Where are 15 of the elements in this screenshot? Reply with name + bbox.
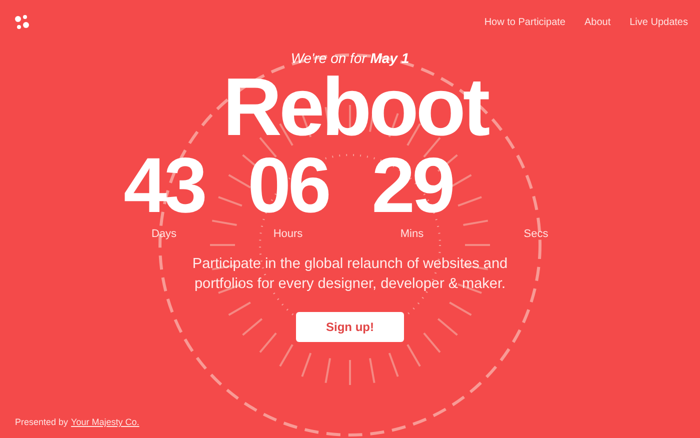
countdown-number: 06 — [248, 144, 328, 226]
tagline: We're on for May 1 — [290, 50, 410, 66]
countdown-label: Mins — [400, 228, 424, 240]
countdown-label: Days — [151, 228, 177, 240]
nav-link[interactable]: About — [584, 16, 611, 28]
countdown-label: Hours — [273, 228, 303, 240]
sign-up-button[interactable]: Sign up! — [296, 312, 404, 342]
countdown-label: Secs — [524, 228, 548, 240]
footer-link[interactable]: Your Majesty Co. — [71, 417, 140, 427]
countdown-number: 29 — [372, 144, 452, 226]
countdown-number: 43 — [124, 144, 204, 226]
nav-link[interactable]: How to Participate — [484, 16, 566, 28]
nav-link[interactable]: Live Updates — [630, 16, 688, 28]
description: Participate in the global relaunch of websites and portfolios for every designer, developer & maker. — [191, 255, 509, 294]
footer-text: Presented by — [15, 417, 68, 427]
